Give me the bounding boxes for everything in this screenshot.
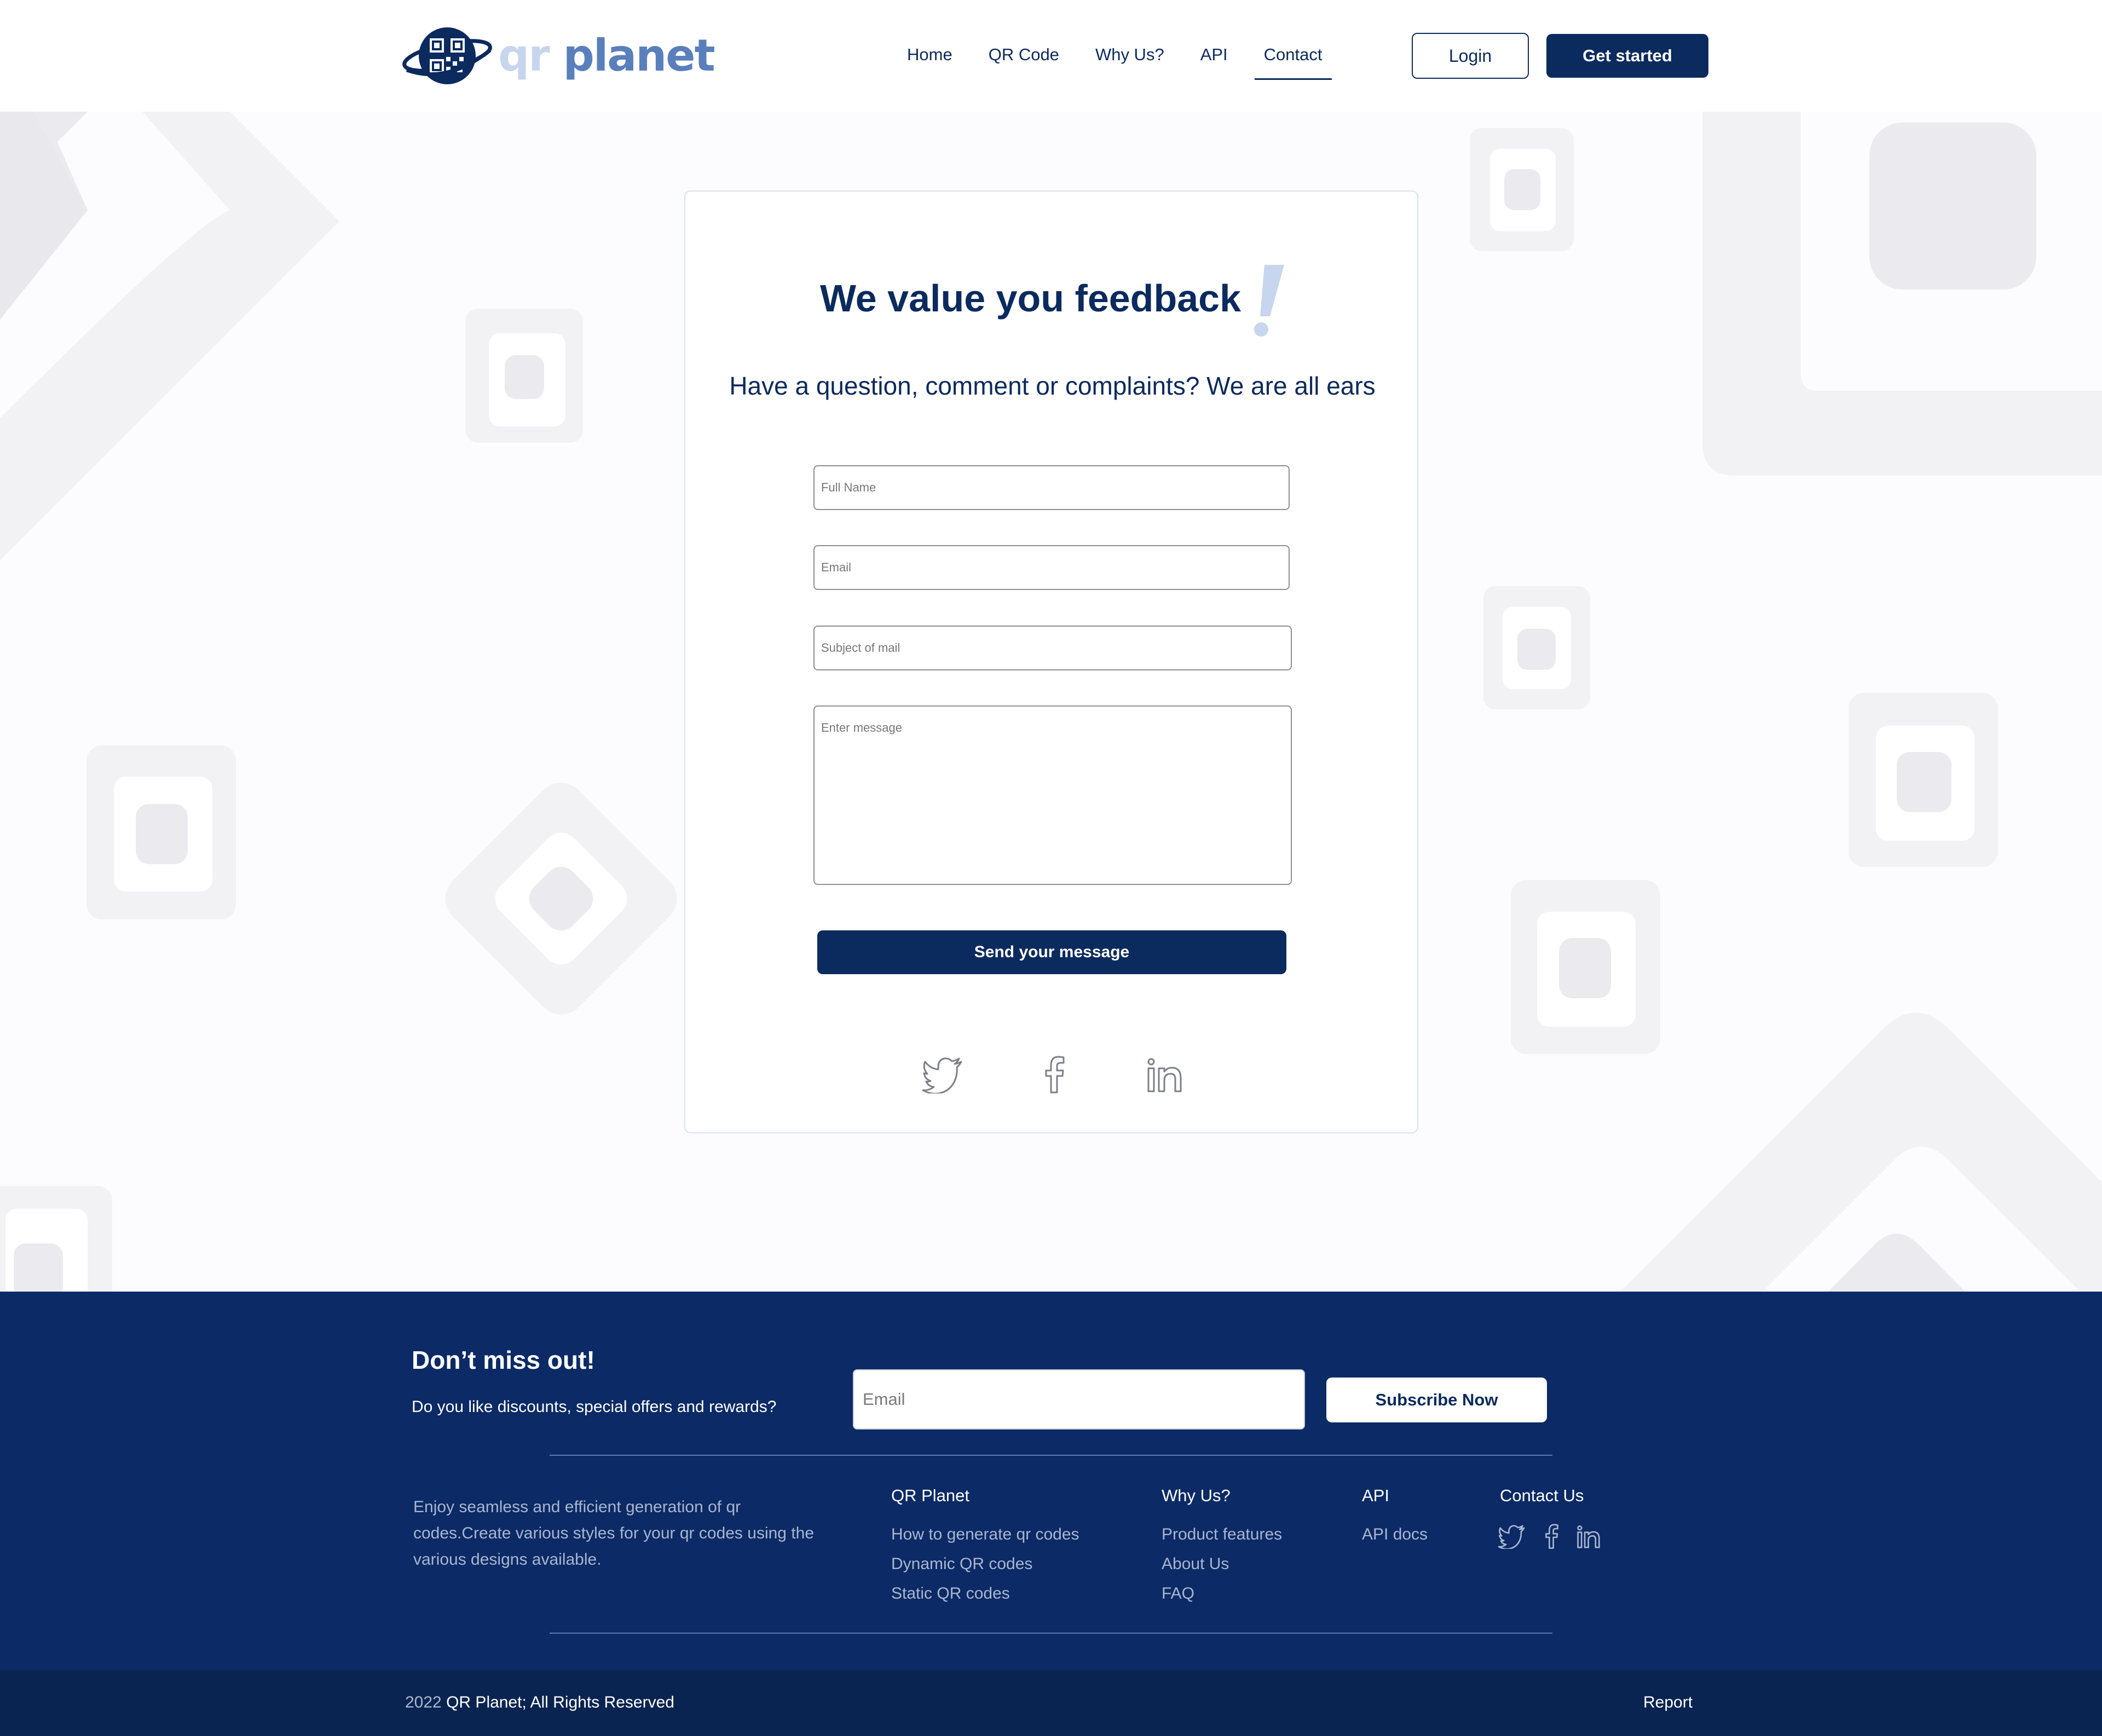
facebook-icon[interactable]	[1033, 1055, 1077, 1093]
nav-home[interactable]: Home	[898, 36, 962, 80]
bg-square-2	[1470, 128, 1574, 251]
footer-link-about-us[interactable]: About Us	[1162, 1549, 1282, 1579]
footer-col-title: API	[1362, 1486, 1389, 1505]
footer-col-api: API API docs	[1362, 1486, 1428, 1549]
footer-link-how-to-generate[interactable]: How to generate qr codes	[891, 1520, 1079, 1549]
linkedin-icon[interactable]	[1574, 1524, 1604, 1549]
planet-logo-icon	[402, 27, 492, 84]
footer-link-static-qr[interactable]: Static QR codes	[891, 1579, 1079, 1608]
email-field[interactable]	[813, 545, 1290, 590]
report-link[interactable]: Report	[1643, 1693, 1693, 1712]
brand-logo[interactable]: qr planet	[402, 23, 715, 89]
footer-col-contact-us: Contact Us	[1500, 1486, 1584, 1520]
exclamation-decoration	[1254, 265, 1284, 337]
site-footer: Don’t miss out! Do you like discounts, s…	[0, 1292, 2102, 1670]
footer-divider-top	[550, 1455, 1552, 1456]
copyright-text: 2022 QR Planet; All Rights Reserved	[405, 1693, 674, 1712]
bg-square-6	[1511, 880, 1660, 1054]
top-navbar: qr planet Home QR Code Why Us? API Conta…	[0, 0, 2102, 112]
footer-col-title: Why Us?	[1162, 1486, 1231, 1505]
bg-square-3	[1483, 586, 1590, 709]
footer-link-api-docs[interactable]: API docs	[1362, 1520, 1428, 1549]
nav-api[interactable]: API	[1191, 36, 1237, 80]
copyright-year: 2022	[405, 1693, 442, 1711]
linkedin-icon[interactable]	[1144, 1055, 1187, 1093]
newsletter-email-input[interactable]	[853, 1369, 1305, 1430]
newsletter-subtitle: Do you like discounts, special offers an…	[412, 1398, 777, 1416]
bg-diamond	[445, 783, 677, 1015]
bg-square-1	[465, 309, 583, 443]
logo-qr-text: qr	[498, 30, 550, 81]
page-title: We value you feedback	[819, 277, 1241, 320]
footer-col-title: Contact Us	[1500, 1486, 1584, 1505]
footer-link-product-features[interactable]: Product features	[1162, 1520, 1282, 1549]
logo-planet-text: planet	[563, 30, 715, 81]
bg-square-7	[0, 1186, 112, 1292]
footer-divider-bottom	[550, 1633, 1552, 1634]
footer-link-faq[interactable]: FAQ	[1162, 1579, 1282, 1608]
send-message-button[interactable]: Send your message	[817, 930, 1286, 974]
nav-why-us[interactable]: Why Us?	[1086, 36, 1174, 80]
subject-field[interactable]	[813, 626, 1292, 670]
copyright-label: QR Planet; All Rights Reserved	[446, 1693, 674, 1711]
page-subtitle: Have a question, comment or complaints? …	[729, 372, 1376, 400]
contact-card: We value you feedback Have a question, c…	[684, 190, 1418, 1133]
facebook-icon[interactable]	[1537, 1524, 1567, 1549]
bg-square-4	[1849, 693, 1998, 867]
bg-square-5	[86, 745, 236, 919]
footer-col-title: QR Planet	[891, 1486, 970, 1505]
newsletter-title: Don’t miss out!	[412, 1346, 595, 1374]
full-name-field[interactable]	[813, 465, 1290, 510]
main-nav: Home QR Code Why Us? API Contact	[898, 36, 1349, 80]
footer-link-dynamic-qr[interactable]: Dynamic QR codes	[891, 1549, 1079, 1579]
subscribe-button[interactable]: Subscribe Now	[1326, 1378, 1547, 1422]
login-button[interactable]: Login	[1412, 33, 1529, 79]
footer-col-why-us: Why Us? Product features About Us FAQ	[1162, 1486, 1282, 1608]
twitter-icon[interactable]	[922, 1055, 966, 1093]
nav-contact[interactable]: Contact	[1254, 36, 1332, 80]
footer-description: Enjoy seamless and efficient generation …	[413, 1498, 815, 1569]
get-started-button[interactable]: Get started	[1546, 34, 1708, 78]
copyright-bar: 2022 QR Planet; All Rights Reserved Repo…	[0, 1670, 2102, 1736]
nav-qr-code[interactable]: QR Code	[979, 36, 1069, 80]
message-field[interactable]	[813, 705, 1292, 885]
footer-col-qr-planet: QR Planet How to generate qr codes Dynam…	[891, 1486, 1079, 1608]
twitter-icon[interactable]	[1498, 1524, 1527, 1549]
